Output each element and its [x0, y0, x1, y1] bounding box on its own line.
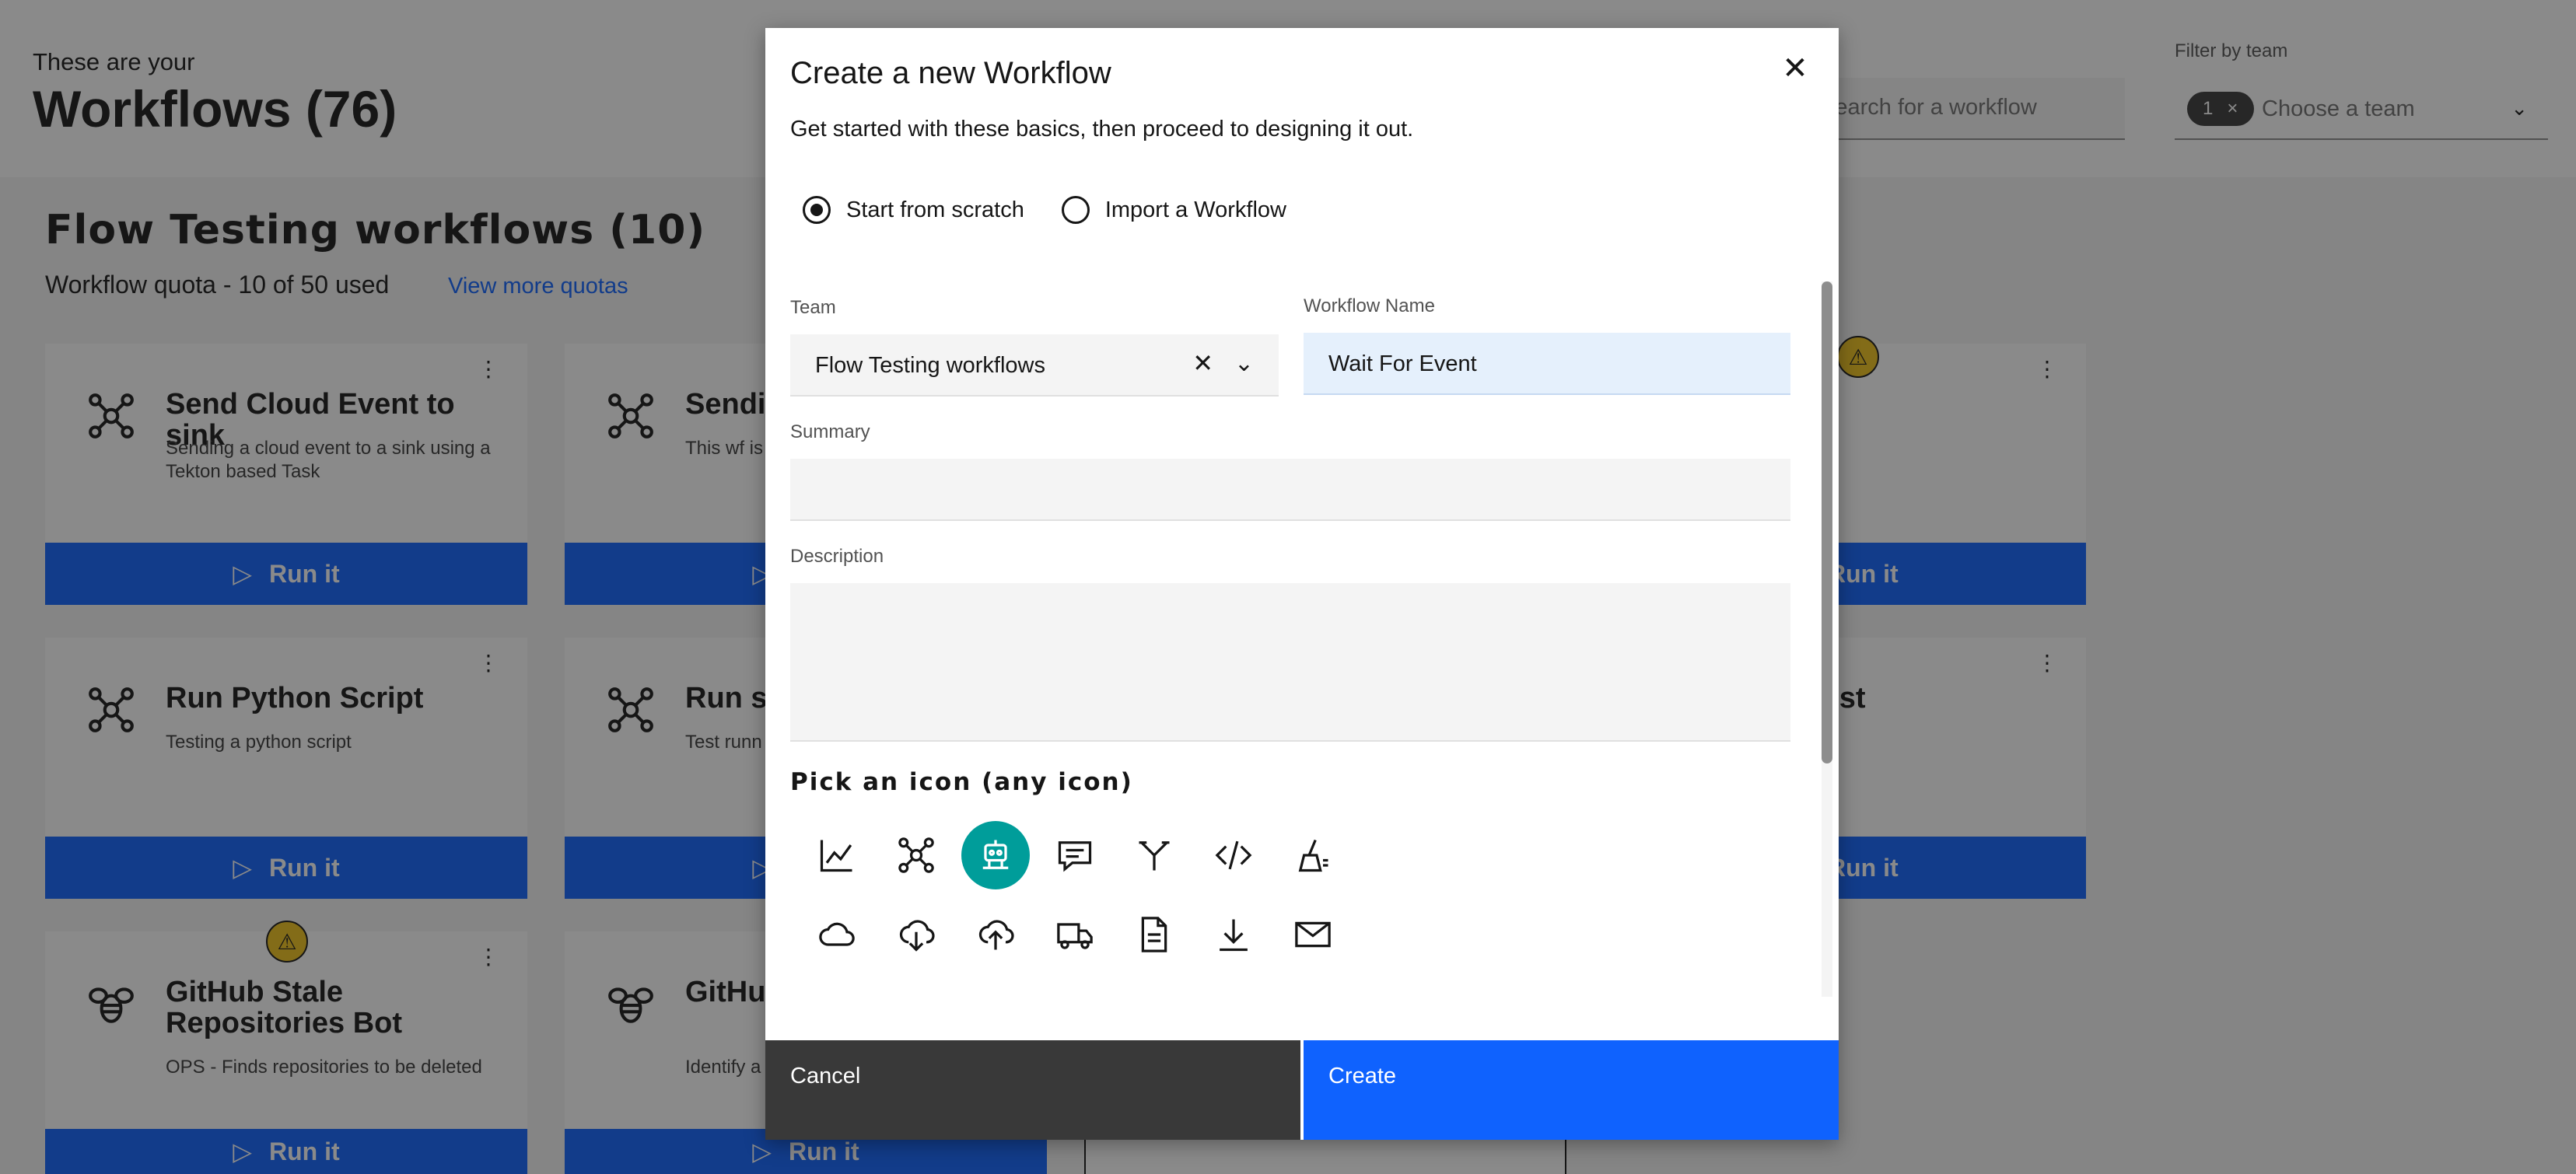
description-textarea[interactable] [790, 583, 1790, 742]
cloud-upload-icon[interactable] [961, 900, 1030, 969]
radio-start-from-scratch[interactable]: Start from scratch [803, 196, 1024, 224]
chart-line-icon[interactable] [803, 821, 871, 889]
download-icon[interactable] [1199, 900, 1268, 969]
network-icon[interactable] [882, 821, 950, 889]
team-select-value: Flow Testing workflows [815, 353, 1046, 378]
close-icon[interactable]: ✕ [1776, 50, 1814, 87]
code-icon[interactable] [1199, 821, 1268, 889]
modal-scrollbar[interactable] [1822, 281, 1832, 997]
summary-input[interactable] [790, 459, 1790, 521]
radio-unchecked-icon[interactable] [1061, 196, 1090, 224]
modal-title: Create a new Workflow [790, 56, 1111, 90]
start-mode-radio-group: Start from scratch Import a Workflow [803, 196, 1286, 224]
description-label: Description [790, 546, 884, 567]
document-icon[interactable] [1120, 900, 1188, 969]
radio-import-workflow[interactable]: Import a Workflow [1061, 196, 1286, 224]
create-button[interactable]: Create [1304, 1040, 1839, 1140]
team-label: Team [790, 297, 836, 318]
radio-label: Import a Workflow [1104, 197, 1286, 222]
workflow-name-value: Wait For Event [1328, 351, 1477, 376]
fork-icon[interactable] [1120, 821, 1188, 889]
delivery-truck-icon[interactable] [1041, 900, 1109, 969]
cancel-button[interactable]: Cancel [765, 1040, 1300, 1140]
summary-label: Summary [790, 421, 870, 442]
radio-checked-icon[interactable] [803, 196, 831, 224]
bot-icon[interactable] [961, 821, 1030, 889]
pick-icon-heading: Pick an icon (any icon) [790, 768, 1133, 796]
scrollbar-thumb[interactable] [1822, 281, 1832, 763]
team-select[interactable]: Flow Testing workflows ✕ ⌄ [790, 334, 1279, 397]
modal-subtitle: Get started with these basics, then proc… [790, 117, 1414, 142]
radio-label: Start from scratch [846, 197, 1024, 222]
icon-picker-grid [803, 821, 1347, 969]
workflow-name-label: Workflow Name [1304, 295, 1435, 316]
clear-icon[interactable]: ✕ [1192, 348, 1213, 378]
chevron-down-icon[interactable]: ⌄ [1234, 350, 1254, 377]
create-workflow-modal: Create a new Workflow ✕ Get started with… [765, 28, 1839, 1140]
email-icon[interactable] [1279, 900, 1347, 969]
workflow-name-input[interactable]: Wait For Event [1304, 333, 1790, 395]
cloud-icon[interactable] [803, 900, 871, 969]
broom-icon[interactable] [1279, 821, 1347, 889]
cloud-download-icon[interactable] [882, 900, 950, 969]
chat-icon[interactable] [1041, 821, 1109, 889]
